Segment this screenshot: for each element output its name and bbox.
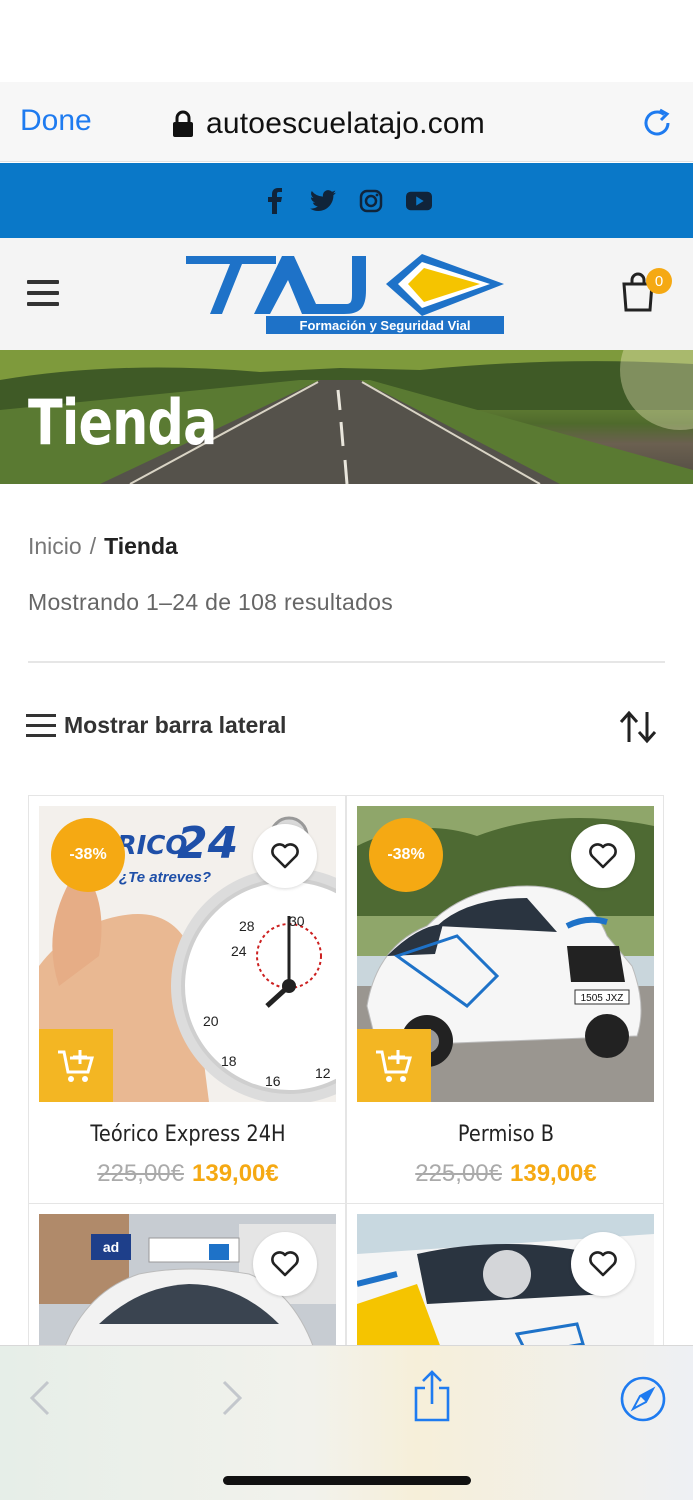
show-sidebar-button[interactable]: Mostrar barra lateral — [26, 712, 286, 739]
wishlist-button[interactable] — [571, 1232, 635, 1296]
breadcrumb-separator: / — [89, 533, 97, 559]
add-to-cart-button[interactable] — [39, 1029, 113, 1102]
forward-arrow-icon[interactable] — [220, 1380, 244, 1416]
heart-icon — [271, 843, 299, 869]
twitter-icon[interactable] — [309, 188, 336, 214]
breadcrumb-home[interactable]: Inicio — [28, 533, 82, 559]
results-count: Mostrando 1–24 de 108 resultados — [28, 589, 394, 615]
old-price: 225,00€ — [97, 1160, 184, 1187]
sale-price: 139,00€ — [510, 1160, 597, 1187]
social-bar — [0, 163, 693, 238]
wishlist-button[interactable] — [253, 1232, 317, 1296]
sidebar-hamburger-icon — [26, 713, 56, 738]
sale-price: 139,00€ — [192, 1160, 279, 1187]
store-sign: ad — [103, 1239, 119, 1255]
product-image-number: 24 — [177, 818, 238, 869]
site-header: Formación y Seguridad Vial — [0, 238, 693, 350]
youtube-icon[interactable] — [405, 188, 432, 214]
address-bar[interactable]: autoescuelatajo.com — [172, 104, 485, 144]
svg-text:16: 16 — [265, 1073, 281, 1089]
heart-icon — [589, 1251, 617, 1277]
discount-badge: -38% — [369, 818, 443, 892]
svg-text:20: 20 — [203, 1013, 219, 1029]
wishlist-button[interactable] — [253, 824, 317, 888]
breadcrumb: Inicio / Tienda — [28, 533, 178, 560]
site-logo[interactable]: Formación y Seguridad Vial — [184, 250, 506, 336]
product-image-tagline: ¿Te atreves? — [119, 869, 211, 886]
breadcrumb-current: Tienda — [104, 533, 178, 559]
add-to-cart-icon — [376, 1049, 412, 1082]
add-to-cart-icon — [58, 1049, 94, 1082]
lock-icon — [173, 110, 193, 137]
status-bar-area — [0, 0, 693, 82]
wishlist-button[interactable] — [571, 824, 635, 888]
browser-top-bar: Done autoescuelatajo.com — [0, 82, 693, 162]
svg-text:24: 24 — [231, 943, 247, 959]
divider — [28, 661, 665, 663]
compass-icon[interactable] — [620, 1376, 666, 1422]
svg-text:12: 12 — [315, 1065, 331, 1081]
home-indicator — [223, 1476, 471, 1485]
product-card[interactable]: 28 24 20 18 16 12 30 TEÓRICO 24 ¿Te atre… — [28, 795, 346, 1204]
product-card[interactable] — [346, 1203, 664, 1364]
old-price: 225,00€ — [415, 1160, 502, 1187]
back-arrow-icon[interactable] — [28, 1380, 52, 1416]
cart-count-badge: 0 — [646, 268, 672, 294]
product-title[interactable]: Teórico Express 24H — [48, 1122, 328, 1147]
done-button[interactable]: Done — [20, 104, 92, 138]
share-icon[interactable] — [412, 1370, 452, 1422]
product-title[interactable]: Permiso B — [366, 1122, 646, 1147]
product-card[interactable]: 1505 JXZ -38% Permiso B 225,00€ 139,00€ — [346, 795, 664, 1204]
product-card[interactable]: ad — [28, 1203, 346, 1364]
facebook-icon[interactable] — [262, 187, 288, 214]
reload-icon[interactable] — [640, 106, 674, 140]
product-price: 225,00€ 139,00€ — [347, 1160, 665, 1188]
svg-text:30: 30 — [289, 913, 305, 929]
discount-badge: -38% — [51, 818, 125, 892]
product-price: 225,00€ 139,00€ — [29, 1160, 347, 1188]
add-to-cart-button[interactable] — [357, 1029, 431, 1102]
instagram-icon[interactable] — [358, 188, 384, 214]
browser-bottom-bar — [0, 1345, 693, 1500]
url-text: autoescuelatajo.com — [206, 107, 485, 140]
license-plate: 1505 JXZ — [581, 993, 624, 1004]
logo-tagline: Formación y Seguridad Vial — [300, 318, 471, 333]
show-sidebar-label: Mostrar barra lateral — [64, 712, 287, 738]
page-title: Tienda — [28, 386, 217, 459]
heart-icon — [589, 843, 617, 869]
svg-text:28: 28 — [239, 918, 255, 934]
heart-icon — [271, 1251, 299, 1277]
svg-text:18: 18 — [221, 1053, 237, 1069]
hero-banner: Tienda — [0, 350, 693, 484]
sort-icon[interactable] — [618, 710, 658, 744]
hamburger-menu-icon[interactable] — [27, 280, 59, 306]
